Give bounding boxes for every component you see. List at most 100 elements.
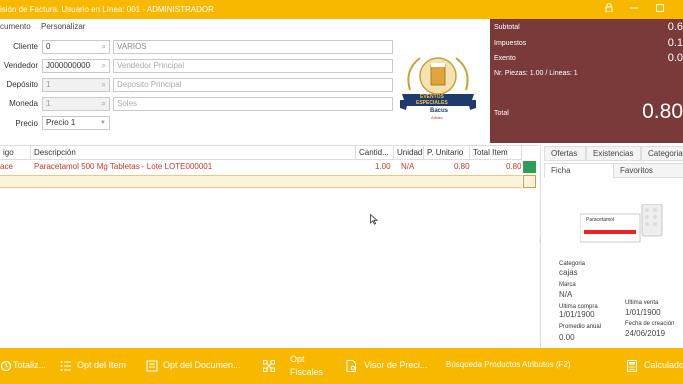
vendedor-code-value: J000000000: [46, 61, 91, 70]
company-logo: EVENTOS ESPECIALES Bacus Atlidev: [400, 50, 476, 122]
cliente-code-value: 0: [46, 42, 51, 51]
precio-label: Precio: [15, 119, 38, 128]
search-icon[interactable]: ⌕: [102, 98, 106, 110]
col-unidad[interactable]: Unidad: [394, 146, 424, 160]
tab-documento[interactable]: cumento: [0, 22, 31, 31]
totalizar-button[interactable]: Totaliz...: [0, 348, 50, 384]
opt-fiscales-label-2: Fiscales: [290, 367, 324, 377]
categoria-value: cajas: [559, 268, 578, 277]
logo-text-2: ESPECIALES: [416, 100, 448, 106]
tab-personalizar[interactable]: Personalizar: [41, 22, 85, 31]
tab-existencias[interactable]: Existencias: [586, 146, 641, 161]
moneda-name-value: Soles: [117, 99, 138, 108]
lock-icon[interactable]: [603, 3, 615, 15]
logo-text-3: Bacus: [430, 108, 449, 114]
deposito-code-value: 1: [46, 80, 51, 89]
document-search-icon: [346, 360, 358, 372]
col-codigo[interactable]: igo: [0, 146, 31, 160]
impuestos-value: 0.1: [667, 37, 683, 49]
col-precio-unitario[interactable]: P. Unitario: [424, 146, 470, 160]
items-grid: igo Descripción Cantid... Unidad P. Unit…: [0, 145, 538, 348]
tab-favoritos[interactable]: Favoritos: [613, 163, 683, 178]
col-total-item[interactable]: Total Item: [470, 146, 522, 160]
deposito-name-value: Deposito Principal: [117, 80, 182, 89]
network-icon: [263, 360, 275, 372]
cliente-code-input[interactable]: 0 ⌕: [42, 40, 110, 54]
calculadora-button[interactable]: Calculado: [626, 348, 683, 384]
table-row[interactable]: ace Paracetamol 500 Mg Tabletas - Lote L…: [0, 161, 522, 174]
exento-value: 0.0: [667, 52, 683, 64]
tab-ficha[interactable]: Ficha: [544, 163, 616, 178]
ultima-venta-label: Ultima venta: [625, 300, 659, 306]
row-total: 0.80: [506, 162, 522, 171]
calculadora-label: Calculado: [644, 360, 683, 370]
bottom-toolbar: Totaliz... Opt del Item Opt del Documen.…: [0, 348, 683, 384]
visor-precios-label: Visor de Preci...: [364, 360, 428, 370]
calculator-icon: [626, 360, 638, 372]
row-description: Paracetamol 500 Mg Tabletas - Lote LOTE0…: [34, 162, 213, 171]
exento-label: Exento: [494, 55, 516, 62]
col-cantidad[interactable]: Cantid...: [356, 146, 394, 160]
row-unit-price: 0.80: [454, 162, 470, 171]
promedio-label: Promedio anual: [559, 324, 602, 330]
totalizar-label: Totaliz...: [13, 360, 47, 370]
vendedor-label: Vendedor: [3, 61, 38, 70]
cliente-name-value: VARIOS: [117, 42, 147, 51]
opt-fiscales-button[interactable]: Opt Fiscales: [263, 348, 333, 384]
precio-value: Precio 1: [46, 118, 76, 127]
busqueda-atributos-button[interactable]: Búsqueda Productos Atributos (F2): [446, 348, 578, 384]
panel-splitter[interactable]: ⋮: [537, 238, 543, 247]
totals-panel: Subtotal 0.6 Impuestos 0.1 Exento 0.0 Nr…: [490, 19, 683, 143]
vendedor-code-input[interactable]: J000000000 ⌕: [42, 59, 110, 73]
opt-item-label: Opt del Item: [77, 360, 127, 370]
total-label: Total: [494, 110, 509, 117]
moneda-code-input[interactable]: 1 ⌕: [42, 97, 110, 111]
list-icon: [60, 360, 72, 372]
visor-precios-button[interactable]: Visor de Preci...: [346, 348, 436, 384]
row-code: ace: [0, 162, 13, 171]
promedio-value: 0.00: [559, 333, 575, 342]
title-bar: isión de Factura. Usuario en Línea: 001 …: [0, 0, 683, 19]
vendedor-name-field: Vendedor Principal: [113, 59, 393, 73]
tab-categoria[interactable]: Categoria: [641, 146, 683, 161]
row-status-marker: [523, 161, 536, 173]
ultima-compra-value: 1/01/1900: [559, 310, 595, 319]
opt-item-button[interactable]: Opt del Item: [60, 348, 138, 384]
row-unit: N/A: [401, 162, 415, 171]
ribbon-tabs: cumento Personalizar: [0, 19, 490, 33]
moneda-label: Moneda: [9, 99, 38, 108]
tab-ofertas[interactable]: Ofertas: [544, 146, 586, 161]
new-entry-row[interactable]: [0, 175, 522, 188]
search-icon[interactable]: ⌕: [102, 60, 106, 72]
fecha-creacion-value: 24/06/2019: [625, 329, 666, 338]
deposito-label: Depósito: [6, 80, 38, 89]
opt-documento-button[interactable]: Opt del Documen...: [146, 348, 246, 384]
moneda-name-field: Soles: [113, 97, 393, 111]
product-info-panel: Ofertas Existencias Categoria Ficha Favo…: [537, 145, 683, 348]
window-title: isión de Factura. Usuario en Línea: 001 …: [0, 5, 214, 14]
deposito-code-input[interactable]: 1 ⌕: [42, 78, 110, 92]
cliente-label: Cliente: [13, 42, 38, 51]
refresh-icon: [0, 360, 12, 372]
subtotal-label: Subtotal: [494, 24, 520, 31]
search-icon[interactable]: ⌕: [102, 79, 106, 91]
vendedor-name-value: Vendedor Principal: [117, 61, 185, 70]
col-descripcion[interactable]: Descripción: [31, 146, 356, 160]
marca-value: N/A: [559, 290, 573, 299]
impuestos-label: Impuestos: [494, 40, 527, 47]
cliente-name-field: VARIOS: [113, 40, 393, 54]
chevron-down-icon[interactable]: ▼: [100, 117, 106, 129]
logo-text-4: Atlidev: [431, 115, 444, 120]
new-entry-marker: [523, 175, 536, 188]
busqueda-atributos-label: Búsqueda Productos Atributos (F2): [446, 360, 571, 369]
deposito-name-field: Deposito Principal: [113, 78, 393, 92]
ultima-venta-value: 1/01/1900: [625, 308, 661, 317]
maximize-icon[interactable]: [654, 3, 666, 15]
minimize-icon[interactable]: [628, 3, 640, 15]
precio-select[interactable]: Precio 1 ▼: [42, 116, 110, 130]
search-icon[interactable]: ⌕: [102, 41, 106, 53]
marca-label: Marca: [559, 282, 576, 288]
product-image: Paracetamol: [579, 203, 664, 244]
fecha-creacion-label: Fecha de creación: [625, 321, 675, 327]
opt-fiscales-label-1: Opt: [290, 354, 305, 364]
